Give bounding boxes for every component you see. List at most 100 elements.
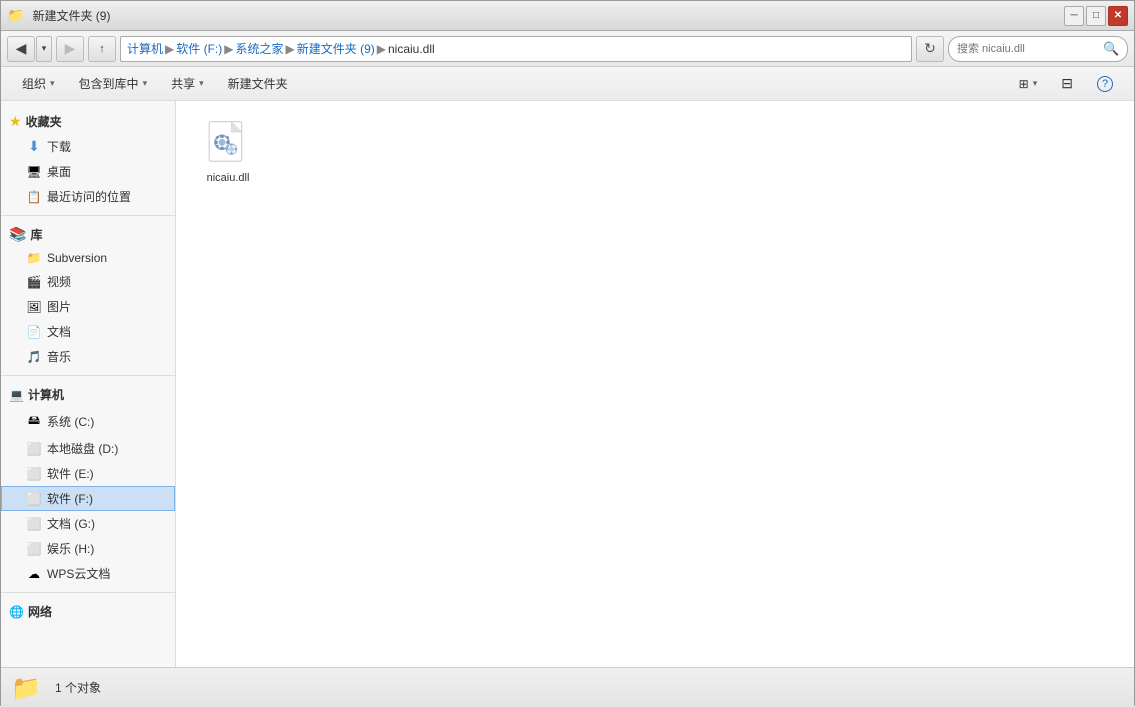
layout-button[interactable]: ⊟ [1050,71,1084,97]
share-label: 共享 [171,75,195,92]
sidebar-item-doc[interactable]: 📄 文档 [1,319,175,344]
library-section-title: 库 [30,226,42,243]
sidebar-item-label-h: 娱乐 (H:) [47,540,94,557]
breadcrumb-folder2[interactable]: 新建文件夹 (9) [297,40,375,57]
sidebar-item-desktop[interactable]: 🖥 桌面 [1,159,175,184]
favorites-section-icon: ★ [9,113,22,130]
view-button[interactable]: ⊞ ▾ [1008,71,1049,97]
back-button[interactable]: ◀ [7,36,35,62]
sidebar-item-image[interactable]: 🖼 图片 [1,294,175,319]
download-icon: ⬇ [26,138,42,155]
close-button[interactable]: ✕ [1108,6,1128,26]
doc-icon: 📄 [26,325,42,339]
layout-icon: ⊟ [1061,75,1073,92]
sidebar-item-d-drive[interactable]: ⬜ 本地磁盘 (D:) [1,436,175,461]
search-bar[interactable]: 🔍 [948,36,1128,62]
network-section-title: 网络 [28,603,52,620]
back-dropdown[interactable]: ▾ [36,36,52,62]
organize-button[interactable]: 组织 ▾ [11,71,66,97]
sidebar-item-music[interactable]: 🎵 音乐 [1,344,175,369]
sidebar-section-header-favorites[interactable]: ★ 收藏夹 [1,109,175,134]
computer-section-title: 计算机 [28,386,64,403]
library-dropdown-icon: ▾ [143,78,148,89]
status-text: 1 个对象 [55,679,101,696]
search-icon[interactable]: 🔍 [1103,41,1119,57]
sidebar-item-label-c: 系统 (C:) [47,413,94,430]
sidebar-item-label-image: 图片 [47,298,71,315]
forward-button[interactable]: ▶ [56,36,84,62]
sidebar: ★ 收藏夹 ⬇ 下载 🖥 桌面 📋 最近访问的位置 📚 库 [1,101,176,667]
divider-3 [1,592,175,593]
sidebar-item-c-drive[interactable]: 🖴 系统 (C:) [1,407,175,436]
sidebar-item-label-download: 下载 [47,138,71,155]
title-bar-left: 📁 新建文件夹 (9) [7,7,110,24]
new-folder-button[interactable]: 新建文件夹 [217,71,299,97]
sidebar-item-label-f: 软件 (F:) [47,490,93,507]
sidebar-item-video[interactable]: 🎬 视频 [1,269,175,294]
sidebar-item-label-d: 本地磁盘 (D:) [47,440,118,457]
organize-dropdown-icon: ▾ [50,78,55,89]
title-bar-controls: ─ □ ✕ [1064,6,1128,26]
video-icon: 🎬 [26,275,42,289]
breadcrumb-computer[interactable]: 计算机 [127,40,163,57]
divider-1 [1,215,175,216]
sidebar-section-library: 📚 库 📁 Subversion 🎬 视频 🖼 图片 📄 文档 🎵 音乐 [1,222,175,369]
breadcrumb-bar[interactable]: 计算机 ▶ 软件 (F:) ▶ 系统之家 ▶ 新建文件夹 (9) ▶ nicai… [120,36,912,62]
refresh-button[interactable]: ↻ [916,36,944,62]
sidebar-section-header-network[interactable]: 🌐 网络 [1,599,175,624]
sidebar-section-header-computer[interactable]: 💻 计算机 [1,382,175,407]
g-drive-icon: ⬜ [26,517,42,531]
main-layout: ★ 收藏夹 ⬇ 下载 🖥 桌面 📋 最近访问的位置 📚 库 [1,101,1134,667]
sidebar-item-f-drive[interactable]: ⬜ 软件 (F:) [1,486,175,511]
nav-back-group: ◀ ▾ [7,36,52,62]
minimize-button[interactable]: ─ [1064,6,1084,26]
sidebar-item-download[interactable]: ⬇ 下载 [1,134,175,159]
view-icon: ⊞ [1019,77,1029,91]
music-icon: 🎵 [26,350,42,364]
desktop-icon: 🖥 [26,165,42,179]
sidebar-item-wps[interactable]: ☁ WPS云文档 [1,561,175,586]
sidebar-section-network: 🌐 网络 [1,599,175,624]
computer-section-icon: 💻 [9,388,24,402]
sidebar-item-label-desktop: 桌面 [47,163,71,180]
sidebar-item-label-e: 软件 (E:) [47,465,94,482]
c-drive-icon: 🖴 [26,411,42,432]
view-dropdown-icon: ▾ [1033,78,1038,89]
recent-icon: 📋 [26,190,42,204]
sidebar-section-header-library[interactable]: 📚 库 [1,222,175,247]
sidebar-section-computer: 💻 计算机 🖴 系统 (C:) ⬜ 本地磁盘 (D:) ⬜ 软件 (E:) ⬜ … [1,382,175,586]
maximize-button[interactable]: □ [1086,6,1106,26]
status-bar: 📁 1 个对象 [1,667,1134,707]
sidebar-item-label-g: 文档 (G:) [47,515,95,532]
file-name-nicaiu-dll: nicaiu.dll [207,172,250,184]
sidebar-item-subversion[interactable]: 📁 Subversion [1,247,175,269]
breadcrumb-drive[interactable]: 软件 (F:) [176,40,222,57]
file-item-nicaiu-dll[interactable]: nicaiu.dll [188,113,268,191]
breadcrumb-folder1[interactable]: 系统之家 [235,40,283,57]
sidebar-item-label-music: 音乐 [47,348,71,365]
share-dropdown-icon: ▾ [199,78,204,89]
subversion-icon: 📁 [26,251,42,265]
sidebar-item-h-drive[interactable]: ⬜ 娱乐 (H:) [1,536,175,561]
window-title: 新建文件夹 (9) [32,7,110,24]
new-folder-label: 新建文件夹 [228,75,288,92]
add-to-library-button[interactable]: 包含到库中 ▾ [68,71,159,97]
image-icon: 🖼 [26,300,42,314]
library-section-icon: 📚 [9,226,26,243]
sidebar-item-label-recent: 最近访问的位置 [47,188,131,205]
sidebar-item-e-drive[interactable]: ⬜ 软件 (E:) [1,461,175,486]
status-folder-icon: 📁 [11,674,43,702]
sidebar-item-label-doc: 文档 [47,323,71,340]
help-button[interactable]: ? [1086,71,1124,97]
sidebar-item-recent[interactable]: 📋 最近访问的位置 [1,184,175,209]
e-drive-icon: ⬜ [26,467,42,481]
share-button[interactable]: 共享 ▾ [160,71,215,97]
favorites-section-title: 收藏夹 [26,113,62,130]
sidebar-item-g-drive[interactable]: ⬜ 文档 (G:) [1,511,175,536]
sidebar-section-favorites: ★ 收藏夹 ⬇ 下载 🖥 桌面 📋 最近访问的位置 [1,109,175,209]
search-input[interactable] [957,43,1099,55]
up-button[interactable]: ↑ [88,36,116,62]
sidebar-item-label-wps: WPS云文档 [47,565,110,582]
breadcrumb-current: nicaiu.dll [388,42,435,56]
sidebar-item-label-video: 视频 [47,273,71,290]
